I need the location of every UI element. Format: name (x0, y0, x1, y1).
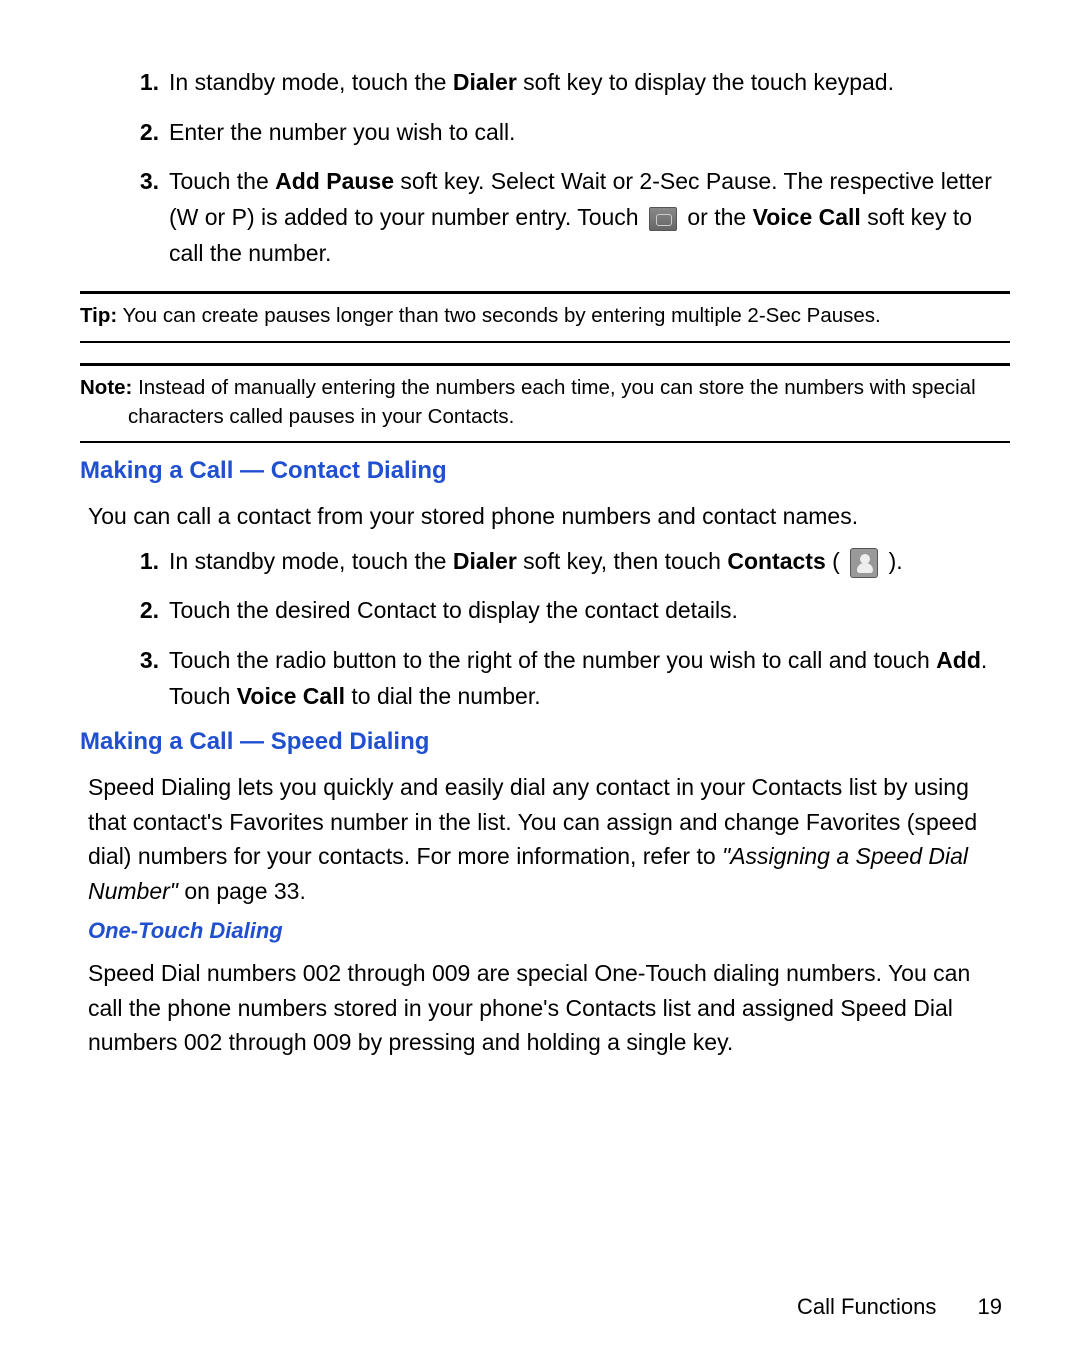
list-text: Enter the number you wish to call. (169, 115, 1010, 151)
note-label: Note: (80, 376, 132, 399)
heading-speed-dialing: Making a Call — Speed Dialing (80, 728, 1010, 756)
list-item: 2. Enter the number you wish to call. (135, 115, 1010, 151)
list-number: 3. (135, 643, 169, 714)
list-number: 3. (135, 164, 169, 271)
divider (80, 363, 1010, 366)
footer-section-name: Call Functions (797, 1294, 936, 1319)
list-item: 3. Touch the radio button to the right o… (135, 643, 1010, 714)
note-block: Note: Instead of manually entering the n… (80, 374, 1010, 431)
list-item: 1. In standby mode, touch the Dialer sof… (135, 544, 1010, 580)
page-number: 19 (978, 1294, 1002, 1319)
tip-text: You can create pauses longer than two se… (117, 304, 881, 327)
ordered-list-contact-dialing: 1. In standby mode, touch the Dialer sof… (135, 544, 1010, 715)
divider (80, 341, 1010, 343)
divider (80, 291, 1010, 294)
tip-label: Tip: (80, 304, 117, 327)
divider (80, 441, 1010, 443)
list-text: Touch the desired Contact to display the… (169, 593, 1010, 629)
list-text: Touch the Add Pause soft key. Select Wai… (169, 164, 1010, 271)
heading-one-touch-dialing: One-Touch Dialing (88, 918, 1010, 944)
phone-icon (649, 207, 677, 231)
list-number: 1. (135, 65, 169, 101)
page-footer: Call Functions 19 (797, 1294, 1002, 1320)
list-number: 2. (135, 593, 169, 629)
list-text: In standby mode, touch the Dialer soft k… (169, 65, 1010, 101)
tip-block: Tip: You can create pauses longer than t… (80, 302, 1010, 331)
paragraph: Speed Dialing lets you quickly and easil… (88, 770, 1010, 908)
list-text: Touch the radio button to the right of t… (169, 643, 1010, 714)
list-number: 2. (135, 115, 169, 151)
note-text: Instead of manually entering the numbers… (128, 376, 976, 428)
ordered-list-pause-dialing: 1. In standby mode, touch the Dialer sof… (135, 65, 1010, 271)
list-number: 1. (135, 544, 169, 580)
list-item: 1. In standby mode, touch the Dialer sof… (135, 65, 1010, 101)
list-item: 2. Touch the desired Contact to display … (135, 593, 1010, 629)
list-text: In standby mode, touch the Dialer soft k… (169, 544, 1010, 580)
paragraph: You can call a contact from your stored … (88, 499, 1010, 534)
paragraph: Speed Dial numbers 002 through 009 are s… (88, 956, 1010, 1060)
contacts-icon (850, 548, 878, 578)
list-item: 3. Touch the Add Pause soft key. Select … (135, 164, 1010, 271)
heading-contact-dialing: Making a Call — Contact Dialing (80, 457, 1010, 485)
